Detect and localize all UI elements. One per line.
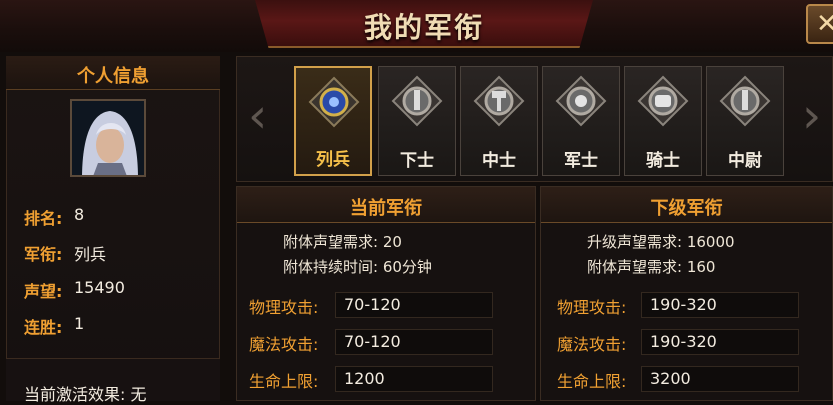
current-phys-attack-label: 物理攻击:	[249, 298, 319, 317]
rank-label-knight: 骑士	[646, 151, 680, 171]
prestige-value: 15490	[74, 278, 125, 297]
next-rank-panel: 下级军衔 升级声望需求: 16000 附体声望需求: 160 物理攻击: 190…	[540, 186, 833, 401]
close-icon: ✕	[816, 9, 833, 39]
current-rank-title: 当前军衔	[350, 198, 422, 219]
next-hp-label: 生命上限:	[557, 372, 627, 391]
gem-icon	[308, 76, 360, 128]
next-magic-attack-value: 190-320	[641, 329, 799, 355]
hammer-icon	[473, 75, 525, 127]
rank-position-label: 排名:	[24, 209, 63, 228]
current-req-duration: 附体持续时间: 60分钟	[283, 258, 432, 276]
rank-card-knight[interactable]: 骑士	[624, 66, 702, 176]
rank-position-value: 8	[74, 205, 85, 224]
active-effect-text: 当前激活效果: 无	[24, 385, 147, 404]
rank-label-corporal: 下士	[400, 151, 434, 171]
rank-label-sergeant: 中士	[482, 151, 516, 171]
next-req-upgrade: 升级声望需求: 16000	[587, 233, 735, 251]
rank-card-lieutenant[interactable]: 中尉	[706, 66, 784, 176]
prestige-label: 声望:	[24, 282, 63, 301]
current-rank-panel: 当前军衔 附体声望需求: 20 附体持续时间: 60分钟 物理攻击: 70-12…	[236, 186, 536, 401]
current-hp-label: 生命上限:	[249, 372, 319, 391]
current-req-prestige: 附体声望需求: 20	[283, 233, 402, 251]
military-rank-value: 列兵	[74, 245, 107, 264]
current-hp-value: 1200	[335, 366, 493, 392]
next-phys-attack-label: 物理攻击:	[557, 298, 627, 317]
rank-card-sergeant[interactable]: 中士	[460, 66, 538, 176]
sword-icon	[719, 75, 771, 127]
current-magic-attack-label: 魔法攻击:	[249, 335, 319, 354]
rank-card-staff-sergeant[interactable]: 军士	[542, 66, 620, 176]
avatar	[70, 99, 146, 177]
rank-card-corporal[interactable]: 下士	[378, 66, 456, 176]
prev-rank-arrow[interactable]: ‹	[248, 88, 267, 144]
window-title: 我的军衔	[363, 11, 484, 44]
next-req-prestige: 附体声望需求: 160	[587, 258, 716, 276]
next-rank-title: 下级军衔	[650, 198, 723, 219]
profile-header: 个人信息	[77, 66, 149, 87]
rank-label-private: 列兵	[316, 150, 350, 170]
avatar-portrait-icon	[72, 101, 144, 175]
current-magic-attack-value: 70-120	[335, 329, 493, 355]
win-streak-value: 1	[74, 314, 85, 333]
fist-icon	[637, 75, 689, 127]
orb-icon	[555, 75, 607, 127]
current-phys-attack-value: 70-120	[335, 292, 493, 318]
close-button[interactable]: ✕	[806, 4, 833, 44]
win-streak-label: 连胜:	[24, 318, 63, 337]
sword-icon	[391, 75, 443, 127]
rank-label-lieutenant: 中尉	[728, 151, 762, 171]
next-hp-value: 3200	[641, 366, 799, 392]
next-rank-arrow[interactable]: ›	[802, 88, 821, 144]
military-rank-label: 军衔:	[24, 245, 63, 264]
rank-label-staff-sergeant: 军士	[564, 151, 598, 171]
rank-card-private[interactable]: 列兵	[294, 66, 372, 176]
next-phys-attack-value: 190-320	[641, 292, 799, 318]
next-magic-attack-label: 魔法攻击:	[557, 335, 627, 354]
